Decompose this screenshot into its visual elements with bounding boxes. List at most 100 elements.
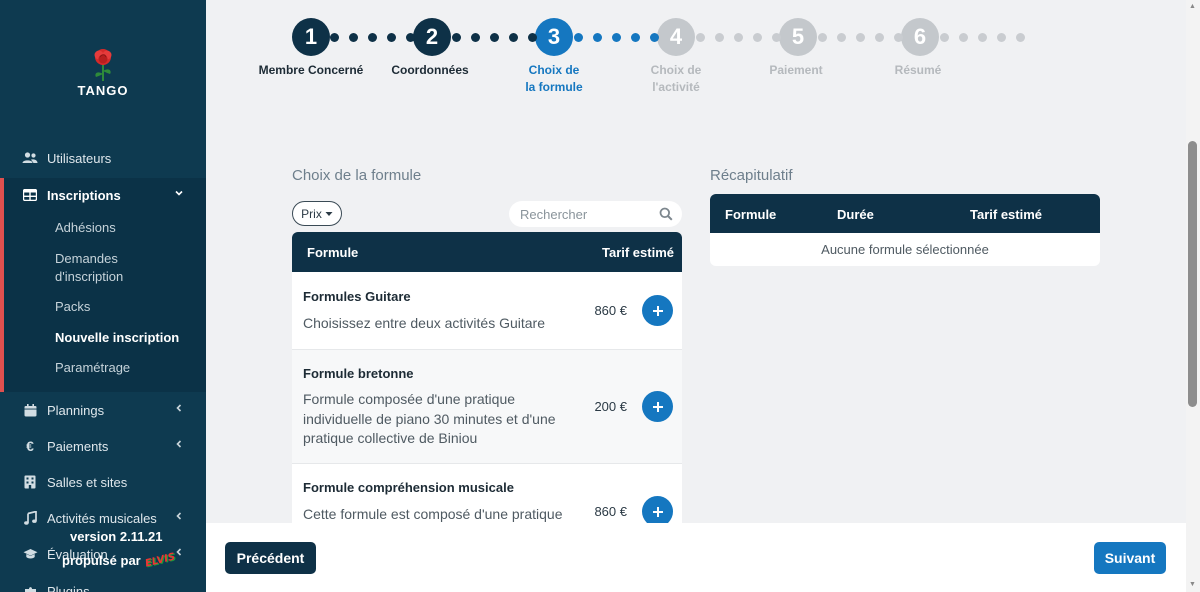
graduation-cap-icon <box>22 546 38 562</box>
scroll-up-arrow-icon[interactable]: ▲ <box>1189 3 1196 10</box>
step-connector-dot <box>509 33 518 42</box>
sidebar-subitem-demandes[interactable]: Demandes d'inscription <box>55 250 185 286</box>
sidebar-item-salles[interactable]: Salles et sites <box>0 467 206 497</box>
step-connector-dot <box>940 33 949 42</box>
next-button[interactable]: Suivant <box>1094 542 1166 574</box>
table-icon <box>22 187 38 203</box>
elvis-logo: ELVIS <box>143 551 177 570</box>
step-1-circle[interactable]: 1 <box>292 18 330 56</box>
music-note-icon <box>22 510 38 526</box>
app-logo[interactable]: TANGO <box>70 48 136 98</box>
search-icon[interactable] <box>659 207 673 221</box>
formule-price: 860 € <box>594 504 627 519</box>
progress-stepper: 1 2 3 4 5 6 Membre Concerné Coordonnées … <box>206 0 1200 110</box>
sidebar-item-plannings[interactable]: Plannings <box>0 395 206 425</box>
formule-price: 200 € <box>594 399 627 414</box>
column-header-formule: Formule <box>725 207 777 222</box>
step-connector-dot <box>330 33 339 42</box>
column-header-formule: Formule <box>307 245 359 260</box>
step-6-circle: 6 <box>901 18 939 56</box>
sidebar-subitem-parametrage[interactable]: Paramétrage <box>55 359 185 377</box>
logo-text: TANGO <box>77 83 129 98</box>
step-connector-dot <box>368 33 377 42</box>
previous-button[interactable]: Précédent <box>225 542 316 574</box>
sidebar-item-plugins[interactable]: Plugins <box>0 576 206 592</box>
powered-by[interactable]: propulsé par ELVIS <box>62 551 177 570</box>
column-header-duree: Durée <box>837 207 874 222</box>
step-2-circle[interactable]: 2 <box>413 18 451 56</box>
formules-table-header: Formule Tarif estimé <box>292 232 682 272</box>
sidebar-item-label: Activités musicales <box>47 510 157 526</box>
step-connector-dot <box>772 33 781 42</box>
sidebar-item-label: Utilisateurs <box>47 150 112 166</box>
sidebar-item-paiements[interactable]: € Paiements <box>0 431 206 461</box>
step-connector-dot <box>753 33 762 42</box>
step-connector-dot <box>978 33 987 42</box>
sidebar-item-label: Paiements <box>47 438 109 454</box>
sidebar-subitem-adhesions[interactable]: Adhésions <box>55 219 185 237</box>
step-1-label[interactable]: Membre Concerné <box>256 62 366 79</box>
step-connector-dot <box>959 33 968 42</box>
formule-name: Formules Guitare <box>303 289 411 304</box>
plus-icon <box>652 401 663 412</box>
active-marker <box>0 178 4 392</box>
search-box <box>509 201 682 227</box>
sidebar-item-utilisateurs[interactable]: Utilisateurs <box>0 143 206 173</box>
step-connector-dot <box>875 33 884 42</box>
formules-list: Formules Guitare Choisissez entre deux a… <box>292 272 682 523</box>
step-connector-dot <box>894 33 903 42</box>
formule-row: Formules Guitare Choisissez entre deux a… <box>292 272 682 350</box>
calendar-icon <box>22 402 38 418</box>
add-formule-button[interactable] <box>642 295 673 326</box>
step-connector-dot <box>734 33 743 42</box>
formule-description: Cette formule est composé d'une pratique <box>303 506 563 522</box>
chevron-left-icon <box>174 439 184 452</box>
euro-icon: € <box>26 438 34 454</box>
step-connector-dot <box>856 33 865 42</box>
formule-name: Formule compréhension musicale <box>303 480 514 495</box>
step-connector-dot <box>349 33 358 42</box>
step-connector-dot <box>818 33 827 42</box>
step-3-label: Choix de la formule <box>525 63 583 94</box>
step-5-circle: 5 <box>779 18 817 56</box>
sidebar-subitem-nouvelle-inscription[interactable]: Nouvelle inscription <box>55 329 185 347</box>
sidebar-subitem-packs[interactable]: Packs <box>55 298 185 316</box>
step-connector-dot <box>715 33 724 42</box>
step-connector-dot <box>471 33 480 42</box>
sidebar: TANGO Utilisateurs Inscriptions Adhésion… <box>0 0 206 592</box>
sidebar-item-inscriptions[interactable]: Inscriptions <box>0 180 206 210</box>
search-input[interactable] <box>509 206 649 222</box>
formule-row: Formule compréhension musicale Cette for… <box>292 464 682 523</box>
formule-name: Formule bretonne <box>303 366 414 381</box>
recap-table-header: Formule Durée Tarif estimé <box>710 194 1100 233</box>
plus-icon <box>652 506 663 517</box>
chevron-left-icon <box>174 511 184 524</box>
column-header-tarif: Tarif estimé <box>601 245 674 260</box>
chevron-down-icon <box>174 188 184 201</box>
price-filter-dropdown[interactable]: Prix <box>292 201 342 226</box>
step-connector-dot <box>612 33 621 42</box>
recap-empty-message: Aucune formule sélectionnée <box>710 233 1100 266</box>
caret-down-icon <box>325 211 333 216</box>
formule-row: Formule bretonne Formule composée d'une … <box>292 350 682 464</box>
step-connector-dot <box>631 33 640 42</box>
scroll-down-arrow-icon[interactable]: ▼ <box>1189 581 1196 588</box>
price-filter-label: Prix <box>301 206 322 221</box>
add-formule-button[interactable] <box>642 496 673 523</box>
step-connector-dot <box>387 33 396 42</box>
step-connector-dot <box>574 33 583 42</box>
step-2-label[interactable]: Coordonnées <box>375 62 485 79</box>
sidebar-item-label: Salles et sites <box>47 474 128 490</box>
scrollbar-thumb[interactable] <box>1188 141 1197 407</box>
sidebar-item-label: Plugins <box>47 583 90 592</box>
recap-title: Récapitulatif <box>710 167 793 184</box>
step-connector-dot <box>696 33 705 42</box>
add-formule-button[interactable] <box>642 391 673 422</box>
powered-by-label: propulsé par <box>62 553 141 568</box>
step-connector-dot <box>593 33 602 42</box>
column-header-tarif: Tarif estimé <box>970 207 1043 222</box>
step-4-label: Choix de l'activité <box>650 63 702 94</box>
step-connector-dot <box>528 33 537 42</box>
rose-logo-icon <box>94 49 112 81</box>
step-connector-dot <box>997 33 1006 42</box>
